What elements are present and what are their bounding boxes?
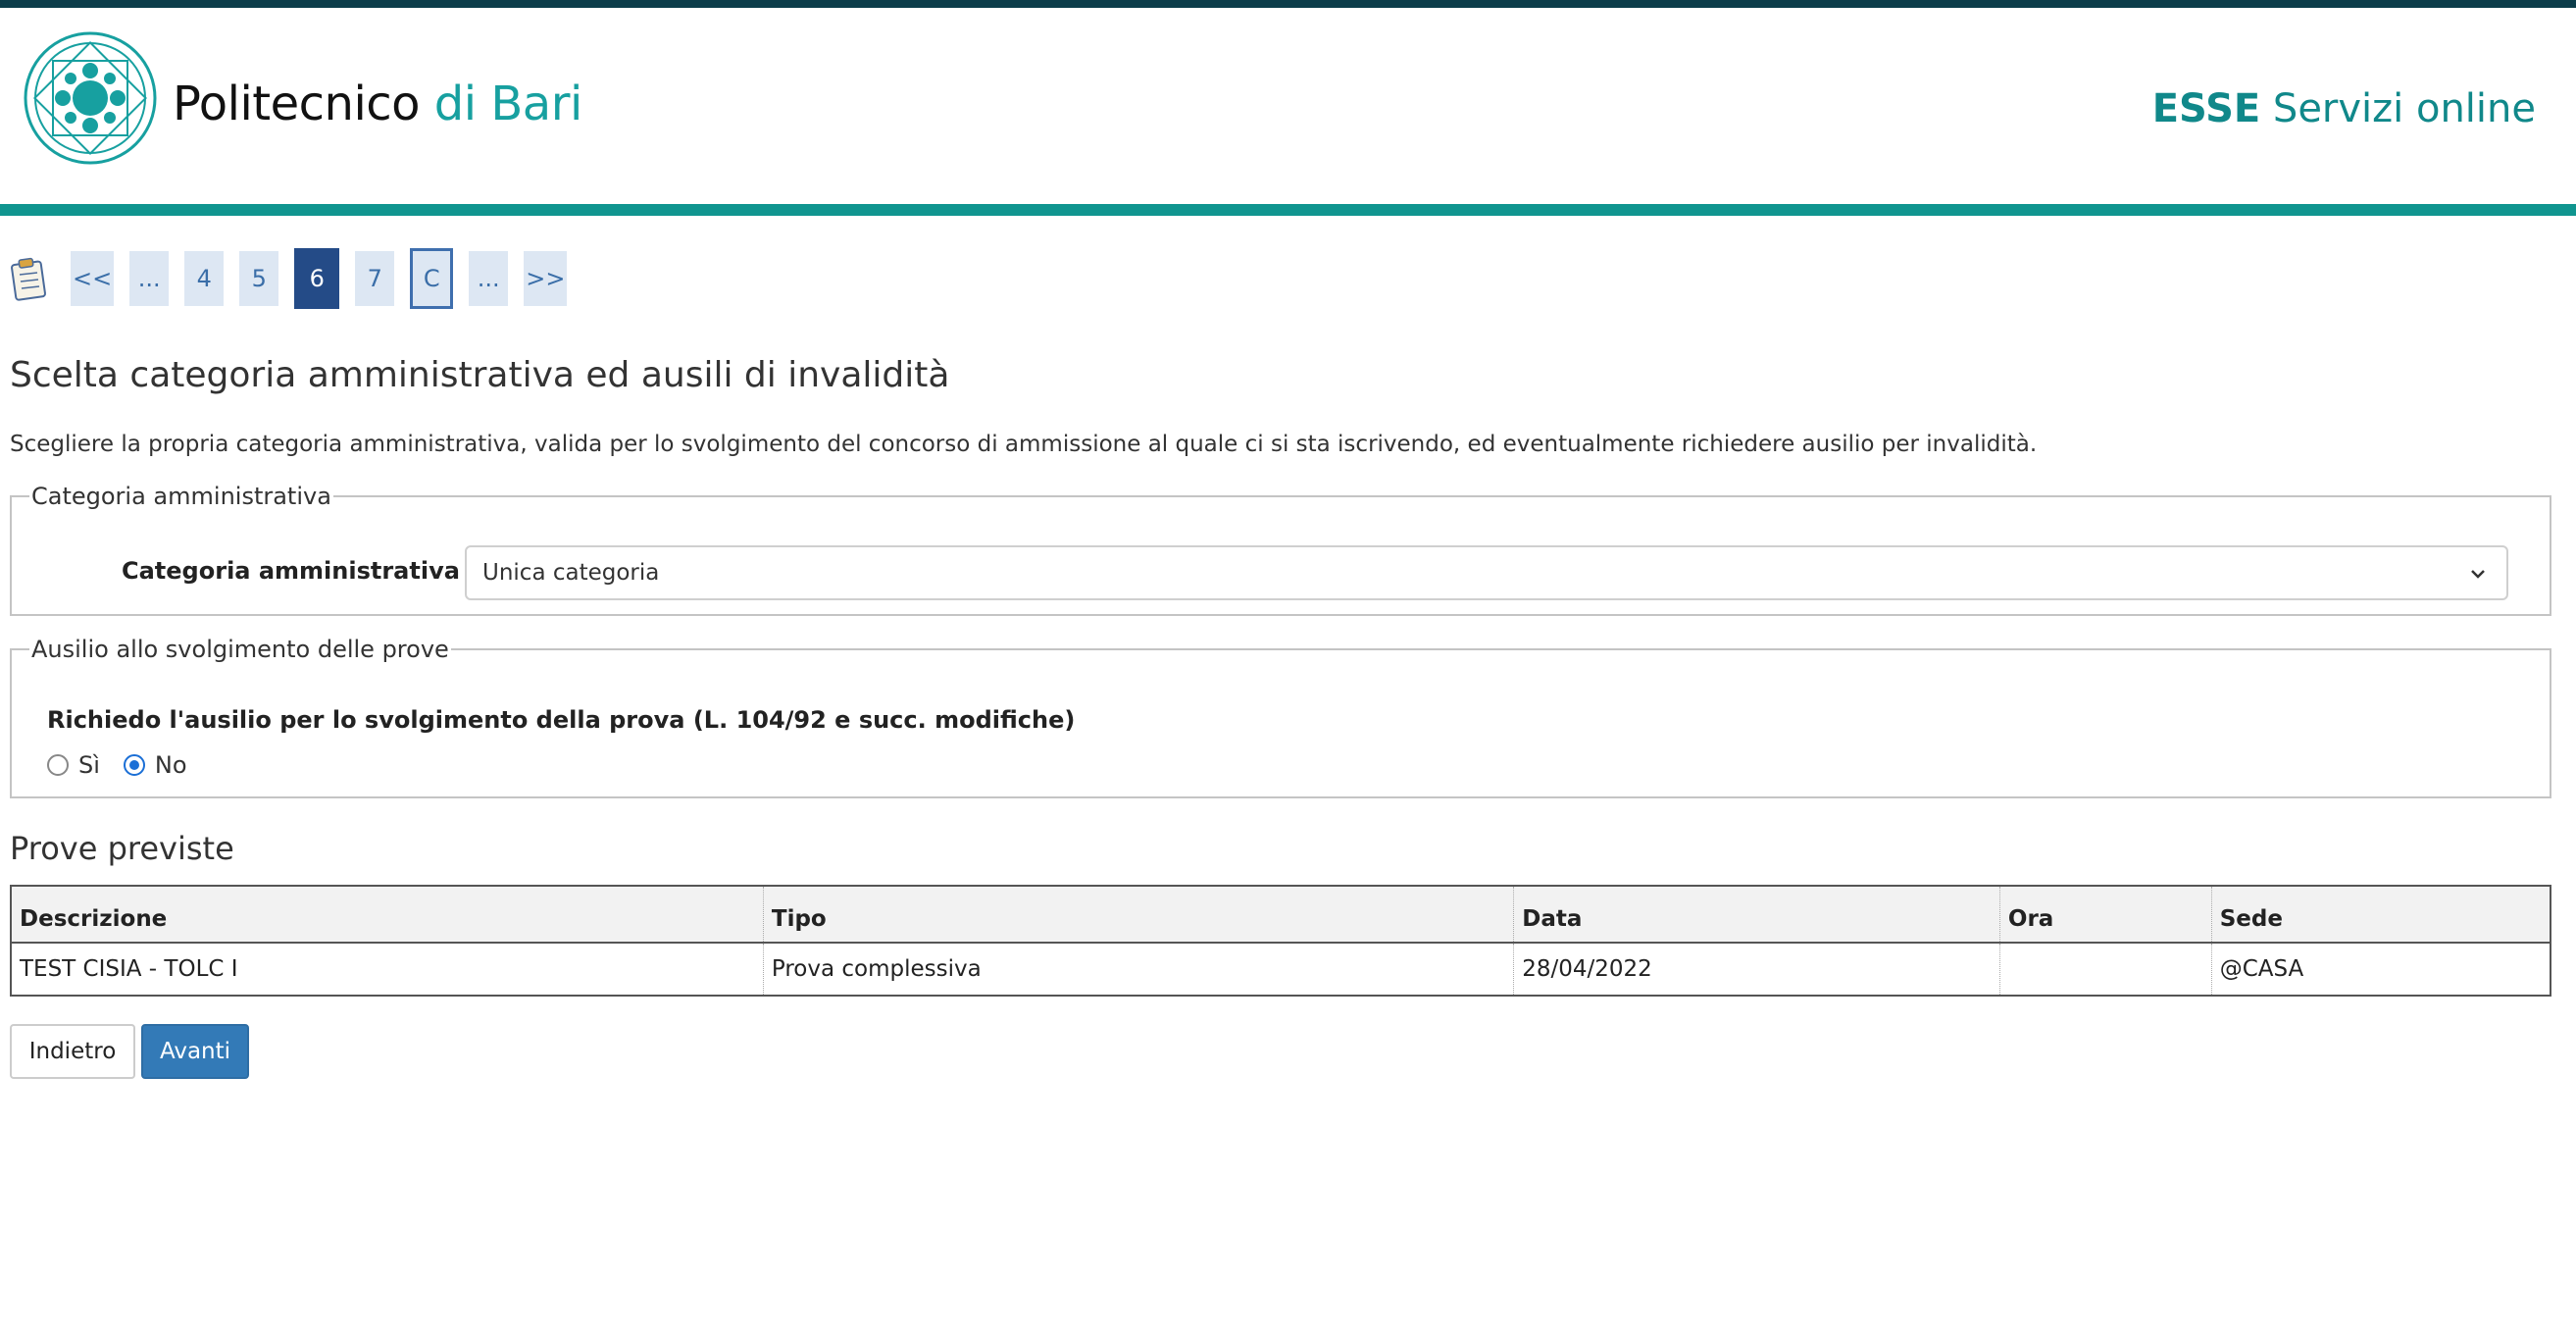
radio-no[interactable] (123, 754, 145, 776)
cell-ora (1999, 943, 2212, 996)
ausilio-question: Richiedo l'ausilio per lo svolgimento de… (47, 706, 1076, 734)
radio-si[interactable] (47, 754, 69, 776)
ausilio-legend: Ausilio allo svolgimento delle prove (31, 636, 449, 663)
brand-main: Politecnico (173, 77, 421, 131)
brand-name: Politecnico di Bari (173, 77, 582, 131)
categoria-label: Categoria amministrativa (122, 557, 460, 585)
step-c[interactable]: C (410, 248, 454, 309)
cell-descrizione: TEST CISIA - TOLC I (11, 943, 764, 996)
back-button[interactable]: Indietro (10, 1024, 135, 1079)
radio-option-no[interactable]: No (123, 751, 187, 779)
table-row: TEST CISIA - TOLC I Prova complessiva 28… (11, 943, 2551, 996)
header-rule (0, 204, 2576, 216)
step-last[interactable]: >> (524, 251, 568, 306)
service-bold: ESSE (2151, 86, 2261, 131)
brand-accent: di Bari (433, 77, 582, 131)
top-bar (0, 0, 2576, 8)
clipboard-icon (11, 257, 46, 301)
prove-title: Prove previste (10, 830, 234, 867)
prove-table: Descrizione Tipo Data Ora Sede TEST CISI… (10, 885, 2551, 997)
categoria-fieldset: Categoria amministrativa Categoria ammin… (10, 483, 2551, 616)
site-header: Politecnico di Bari ESSE Servizi online (0, 8, 2576, 204)
cell-data: 28/04/2022 (1513, 943, 2000, 996)
column-header-descrizione: Descrizione (11, 886, 764, 944)
page-title: Scelta categoria amministrativa ed ausil… (10, 355, 950, 395)
next-button[interactable]: Avanti (141, 1024, 249, 1079)
radio-no-label: No (154, 751, 187, 779)
page-intro: Scegliere la propria categoria amministr… (10, 432, 2038, 457)
service-rest: Servizi online (2272, 86, 2536, 131)
step-navigation: << ... 4 5 6 7 C ... >> (10, 248, 582, 309)
column-header-sede: Sede (2211, 886, 2551, 944)
table-header-row: Descrizione Tipo Data Ora Sede (11, 886, 2551, 944)
column-header-data: Data (1513, 886, 2000, 944)
categoria-selected-value: Unica categoria (482, 560, 660, 586)
service-name: ESSE Servizi online (2152, 86, 2536, 131)
step-first[interactable]: << (71, 251, 115, 306)
categoria-legend: Categoria amministrativa (31, 483, 331, 510)
step-4[interactable]: 4 (184, 251, 225, 306)
cell-tipo: Prova complessiva (763, 943, 1515, 996)
step-5[interactable]: 5 (239, 251, 279, 306)
categoria-select[interactable]: Unica categoria (465, 545, 2508, 600)
university-seal-logo (24, 31, 157, 165)
ausilio-fieldset: Ausilio allo svolgimento delle prove Ric… (10, 636, 2551, 798)
step-ellipsis-right[interactable]: ... (469, 251, 509, 306)
chevron-down-icon (2471, 570, 2485, 579)
step-7[interactable]: 7 (355, 251, 395, 306)
ausilio-radio-group: Sì No (47, 751, 211, 779)
column-header-tipo: Tipo (763, 886, 1515, 944)
radio-option-si[interactable]: Sì (47, 751, 100, 779)
step-ellipsis-left[interactable]: ... (129, 251, 170, 306)
column-header-ora: Ora (1999, 886, 2212, 944)
step-6-current[interactable]: 6 (294, 248, 340, 309)
cell-sede: @CASA (2219, 956, 2304, 982)
radio-si-label: Sì (78, 751, 100, 779)
